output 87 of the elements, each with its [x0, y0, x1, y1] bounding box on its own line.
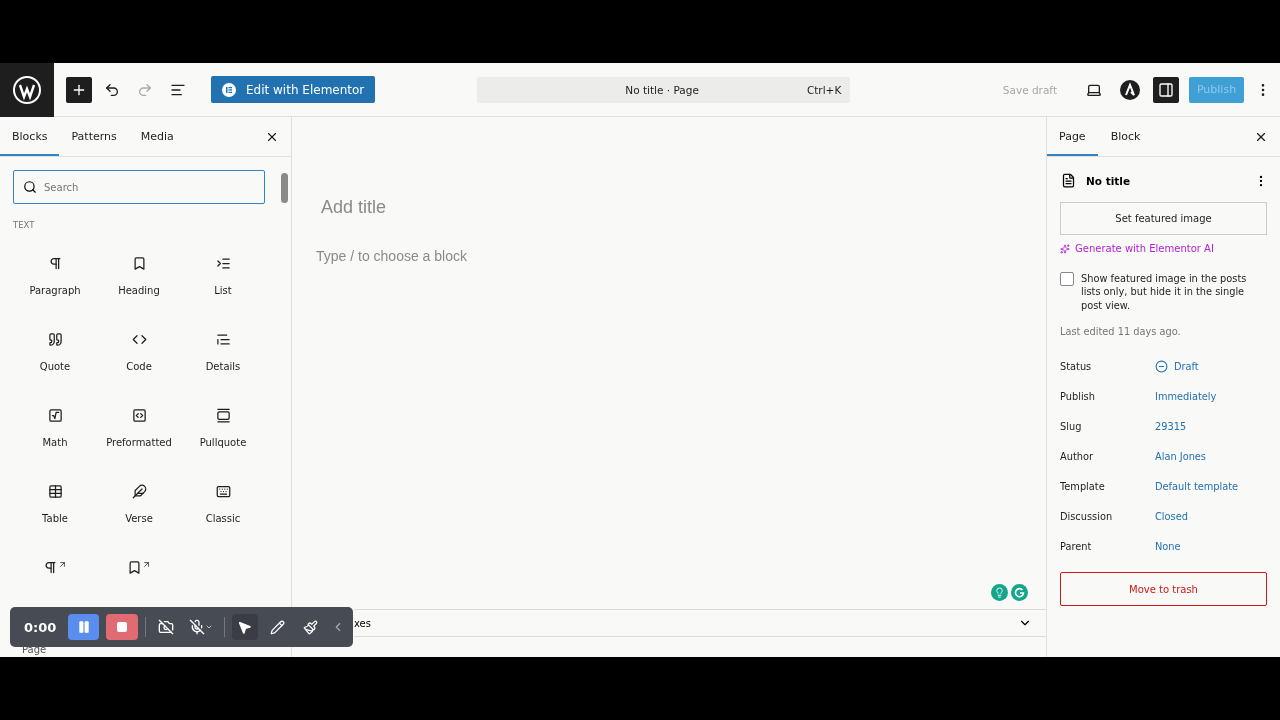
draft-status-icon	[1155, 359, 1168, 373]
command-bar[interactable]: No title · Page Ctrl+K	[477, 76, 851, 103]
redo-icon	[137, 81, 153, 98]
inserter-tab[interactable]: Media	[128, 117, 186, 156]
arrow-icon	[142, 560, 151, 569]
block-item[interactable]: Quote	[13, 326, 97, 378]
checkbox[interactable]	[1060, 272, 1074, 286]
heading-icon	[131, 256, 147, 271]
code-icon	[131, 332, 147, 347]
last-edited-text: Last edited 11 days ago.	[1060, 326, 1182, 338]
field-label: Publish	[1060, 390, 1096, 402]
camera-off-icon	[157, 619, 174, 635]
sidebar-icon	[1158, 81, 1174, 98]
search-field[interactable]: Search	[13, 170, 265, 204]
block-item[interactable]: Preformatted	[97, 402, 181, 454]
heading-link-icon	[127, 560, 142, 575]
block-item[interactable]: Paragraph	[13, 250, 97, 302]
lightbulb-icon[interactable]	[991, 584, 1008, 601]
quote-icon	[47, 332, 63, 347]
field-label: Parent	[1060, 540, 1093, 552]
block-item[interactable]: List	[181, 250, 265, 302]
brush-icon	[302, 619, 318, 635]
add-block-button[interactable]	[66, 76, 92, 103]
pause-icon	[76, 620, 91, 634]
field-value[interactable]: Default template	[1155, 480, 1239, 492]
field-label: Status	[1060, 360, 1093, 372]
classic-icon	[215, 484, 231, 499]
verse-icon	[131, 484, 147, 499]
field-label: Template	[1060, 480, 1106, 492]
scrollbar-thumb[interactable]	[281, 173, 288, 203]
paragraph-link-icon	[43, 560, 58, 575]
document-icon	[1061, 173, 1076, 188]
inserter-tab[interactable]: Patterns	[59, 117, 129, 156]
generate-ai-link[interactable]: Generate with Elementor AI	[1060, 243, 1267, 254]
recording-time: 0:00	[24, 619, 57, 635]
field-label: Author	[1060, 450, 1094, 462]
field-label: Slug	[1060, 420, 1083, 432]
set-featured-image-button[interactable]: Set featured image	[1060, 202, 1267, 235]
sparkles-icon	[1060, 243, 1070, 254]
field-value[interactable]: Closed	[1155, 510, 1188, 522]
wordpress-logo[interactable]	[0, 62, 54, 117]
pause-button[interactable]	[68, 614, 99, 640]
math-icon	[47, 408, 63, 423]
preformatted-icon	[131, 408, 147, 423]
block-item[interactable]: Table	[13, 478, 97, 530]
details-icon	[215, 332, 231, 347]
checkbox-label: Show featured image in the posts lists only, but hide it in the single post view.	[1081, 272, 1248, 313]
grammarly-icon[interactable]	[1011, 584, 1028, 601]
pencil-icon	[270, 619, 286, 635]
block-item[interactable]: Pullquote	[181, 402, 265, 454]
stop-button[interactable]	[105, 614, 138, 640]
sidebar-tab[interactable]: Block	[1097, 117, 1154, 156]
elementor-icon	[222, 82, 236, 97]
arrow-icon	[58, 560, 67, 569]
field-value[interactable]: Draft	[1155, 359, 1199, 373]
block-item[interactable]: Code	[97, 326, 181, 378]
pullquote-icon	[215, 408, 231, 423]
wordpress-icon	[12, 74, 42, 105]
table-icon	[47, 484, 63, 499]
edit-with-elementor-button[interactable]: Edit with Elementor	[211, 76, 376, 103]
move-to-trash-button[interactable]: Move to trash	[1060, 572, 1267, 607]
undo-icon	[104, 81, 120, 98]
category-heading: TEXT	[13, 220, 36, 230]
search-icon	[23, 180, 37, 194]
block-item[interactable]: Classic	[181, 478, 265, 530]
settings-button[interactable]	[1153, 76, 1179, 103]
block-item[interactable]: Math	[13, 402, 97, 454]
field-value[interactable]: 29315	[1155, 420, 1187, 432]
inserter-tab[interactable]: Blocks	[0, 117, 60, 156]
pointer-tool[interactable]	[231, 614, 258, 640]
field-value[interactable]: None	[1155, 540, 1181, 552]
block-item[interactable]: Heading	[97, 250, 181, 302]
caret-icon	[205, 623, 214, 631]
sidebar-tab[interactable]: Page	[1047, 117, 1098, 156]
field-value[interactable]: Alan Jones	[1155, 450, 1206, 462]
field-label: Discussion	[1060, 510, 1114, 522]
microphone-off-icon	[189, 619, 206, 635]
pointer-icon	[237, 619, 253, 635]
meta-boxes-bar[interactable]: xes	[354, 609, 1046, 637]
block-item[interactable]: Verse	[97, 478, 181, 530]
astra-icon	[1120, 79, 1140, 100]
paragraph-icon	[47, 256, 63, 271]
field-value[interactable]: Immediately	[1155, 390, 1217, 402]
list-icon	[215, 256, 231, 271]
block-item[interactable]: Details	[181, 326, 265, 378]
stop-icon	[115, 621, 128, 633]
document-title: No title	[1086, 174, 1131, 187]
